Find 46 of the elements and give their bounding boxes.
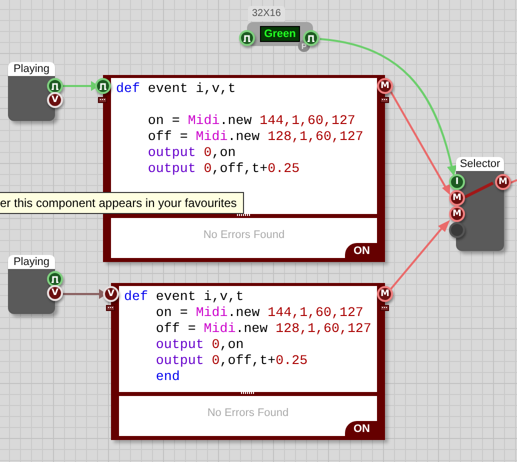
grip-icon[interactable] xyxy=(380,97,389,103)
display-screen: Green xyxy=(260,26,300,42)
empty-port[interactable] xyxy=(449,222,465,238)
pulse-icon xyxy=(51,276,59,282)
grip-icon[interactable] xyxy=(98,97,107,103)
pulse-icon xyxy=(51,82,59,90)
node-title: Selector xyxy=(456,157,504,171)
code-line: end xyxy=(154,369,181,385)
pulse-icon xyxy=(307,34,315,42)
midi-port[interactable]: M xyxy=(449,190,465,206)
wire xyxy=(510,179,517,184)
code-line: output 0,off,t+0.25 xyxy=(146,161,301,177)
code-line: output 0,off,t+0.25 xyxy=(154,353,309,369)
code-editor[interactable]: def event i,v,t on = Midi.new 144,1,60,127 off = Midi.new 128,1,60,127 output 0,on output 0,off,t+0.25 end xyxy=(119,286,377,392)
tooltip: er this component appears in your favourites xyxy=(0,192,244,214)
pulse-port[interactable] xyxy=(239,30,255,46)
code-line: output 0,on xyxy=(154,337,245,353)
resize-handle[interactable] xyxy=(237,214,251,216)
pulse-port[interactable] xyxy=(95,78,111,94)
value-port[interactable]: V xyxy=(103,286,119,302)
code-line: on = Midi.new 144,1,60,127 xyxy=(154,305,364,321)
int-port[interactable]: I xyxy=(449,174,465,190)
resize-handle[interactable] xyxy=(241,392,255,394)
node-title: Playing xyxy=(8,62,55,76)
code-line: off = Midi.new 128,1,60,127 xyxy=(154,321,372,337)
code-line: def event i,v,t xyxy=(116,81,237,97)
node-title: Playing xyxy=(8,255,55,269)
midi-port[interactable]: M xyxy=(449,206,465,222)
pulse-icon xyxy=(99,82,107,90)
pulse-icon xyxy=(243,34,251,42)
wire-arrow xyxy=(389,220,450,291)
code-line: output 0,on xyxy=(146,145,237,161)
value-port[interactable]: V xyxy=(47,285,63,301)
on-toggle[interactable]: ON xyxy=(344,243,377,258)
grip-icon[interactable] xyxy=(106,305,115,311)
code-line: off = Midi.new 128,1,60,127 xyxy=(146,129,364,145)
status-text: No Errors Found xyxy=(203,229,285,241)
value-port[interactable]: V xyxy=(47,92,63,108)
node-title: 32X16 xyxy=(248,6,285,21)
midi-port[interactable]: M xyxy=(495,174,511,190)
on-toggle[interactable]: ON xyxy=(344,421,377,436)
code-line: def event i,v,t xyxy=(124,289,245,305)
grip-icon[interactable] xyxy=(380,305,389,311)
wire xyxy=(465,182,494,198)
status-text: No Errors Found xyxy=(207,407,289,419)
code-line: on = Midi.new 144,1,60,127 xyxy=(146,113,356,129)
